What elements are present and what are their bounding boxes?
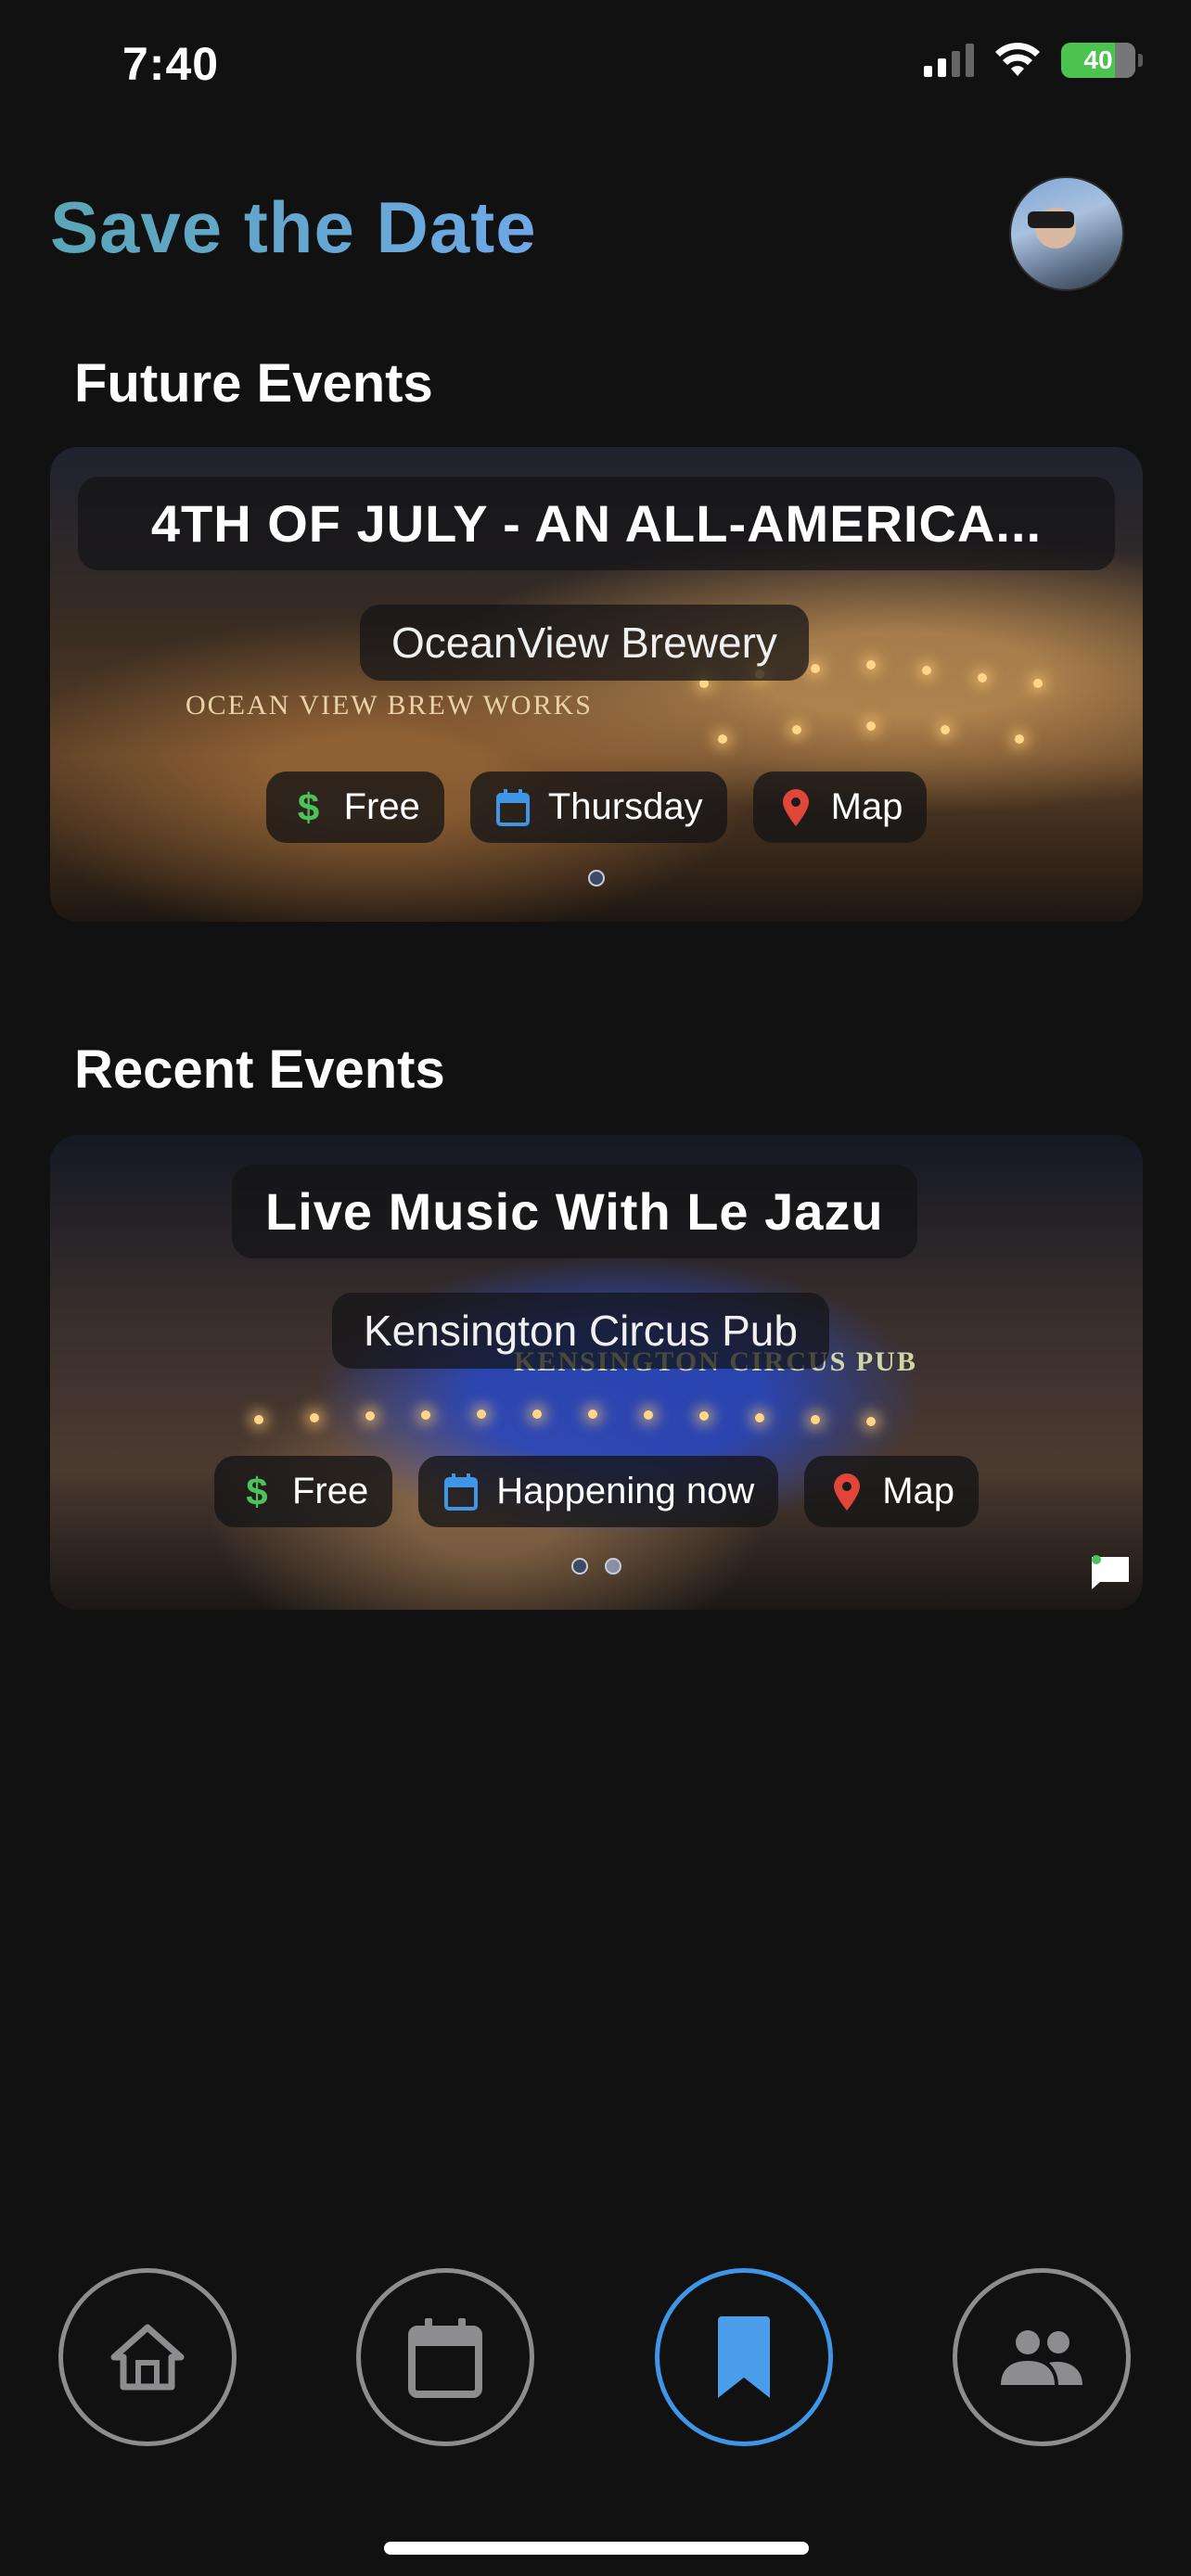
- battery-level: 40: [1083, 45, 1113, 74]
- event-chips: $ Free Happening now Map: [50, 1456, 1143, 1527]
- people-icon: [1001, 2330, 1082, 2385]
- home-indicator: [384, 2542, 809, 2555]
- event-card-future[interactable]: OCEAN VIEW BREW WORKS 4TH OF JULY - AN A…: [50, 447, 1143, 922]
- date-chip: Happening now: [418, 1456, 779, 1527]
- status-time: 7:40: [122, 38, 220, 90]
- nav-calendar-button[interactable]: [356, 2268, 534, 2446]
- map-label: Map: [882, 1471, 955, 1511]
- nav-home-button[interactable]: [58, 2268, 237, 2446]
- avatar[interactable]: [1009, 176, 1124, 291]
- dollar-icon: $: [297, 784, 320, 829]
- home-icon: [110, 2324, 185, 2391]
- dollar-icon: $: [246, 1469, 268, 1513]
- section-title-recent: Recent Events: [74, 1039, 445, 1100]
- carousel-dots: [50, 870, 1143, 886]
- page-title: Save the Date: [50, 186, 537, 268]
- date-chip: Thursday: [469, 772, 727, 843]
- battery-icon: 40: [1061, 43, 1143, 78]
- status-icons: 40: [924, 43, 1143, 78]
- nav-people-button[interactable]: [953, 2268, 1131, 2446]
- event-venue: OceanView Brewery: [360, 605, 809, 681]
- calendar-icon: [442, 1472, 480, 1512]
- calendar-icon: [408, 2318, 482, 2398]
- carousel-dot[interactable]: [605, 1558, 621, 1575]
- wifi-icon: [995, 43, 1040, 76]
- price-label: Free: [343, 786, 420, 827]
- bookmark-icon: [718, 2316, 770, 2398]
- date-label: Happening now: [496, 1471, 755, 1511]
- price-chip: $ Free: [213, 1456, 393, 1527]
- venue-sign: OCEAN VIEW BREW WORKS: [186, 690, 593, 721]
- map-pin-icon: [777, 787, 814, 828]
- event-title: 4TH OF JULY - AN ALL-AMERICA...: [78, 477, 1115, 570]
- nav-saved-button[interactable]: [655, 2268, 833, 2446]
- event-card-recent[interactable]: KENSINGTON CIRCUS PUB Live Music With Le…: [50, 1135, 1143, 1610]
- price-chip: $ Free: [265, 772, 444, 843]
- event-venue: Kensington Circus Pub: [332, 1293, 829, 1369]
- carousel-dot[interactable]: [571, 1558, 588, 1575]
- price-label: Free: [291, 1471, 369, 1511]
- map-chip[interactable]: Map: [804, 1456, 980, 1527]
- map-label: Map: [830, 786, 903, 827]
- event-title: Live Music With Le Jazu: [232, 1165, 917, 1258]
- calendar-icon: [494, 787, 531, 828]
- section-title-future: Future Events: [74, 353, 433, 414]
- signal-icon: [924, 44, 974, 77]
- map-pin-icon: [828, 1472, 865, 1512]
- carousel-dots: [50, 1558, 1143, 1575]
- map-chip[interactable]: Map: [752, 772, 928, 843]
- event-chips: $ Free Thursday Map: [50, 772, 1143, 843]
- carousel-dot[interactable]: [588, 870, 605, 886]
- date-label: Thursday: [547, 786, 703, 827]
- chat-icon[interactable]: [1089, 1554, 1132, 1591]
